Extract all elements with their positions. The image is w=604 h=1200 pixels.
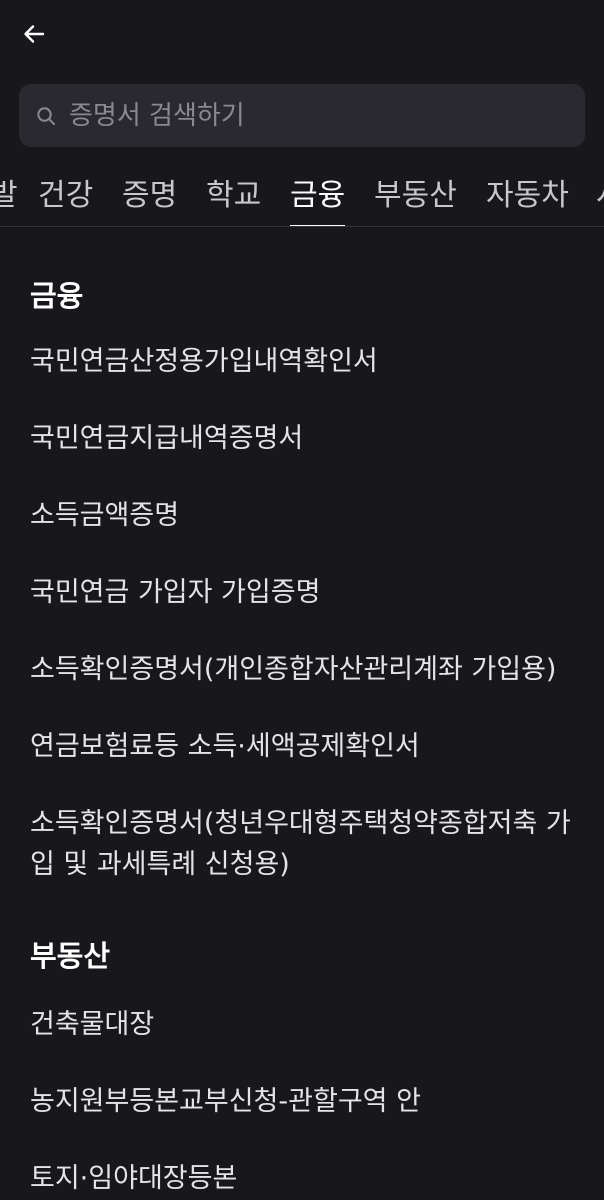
list-item[interactable]: 소득금액증명	[30, 495, 580, 536]
tab-partial-left[interactable]: 발	[0, 170, 18, 226]
list-item[interactable]: 국민연금산정용가입내역확인서	[30, 341, 580, 382]
section-title-real-estate: 부동산	[30, 939, 111, 973]
category-tabs: 발 건강 증명 학교 금융 부동산 자동차 사	[0, 160, 604, 227]
list-item[interactable]: 국민연금지급내역증명서	[30, 418, 580, 459]
section-title-finance: 금융	[30, 279, 84, 313]
search-bar[interactable]	[19, 84, 585, 147]
arrow-left-icon	[24, 25, 45, 43]
tab-partial-right[interactable]: 사	[596, 170, 604, 226]
tab-school[interactable]: 학교	[206, 170, 261, 226]
list-item[interactable]: 소득확인증명서(개인종합자산관리계좌 가입용)	[30, 649, 580, 690]
tab-real-estate[interactable]: 부동산	[374, 170, 457, 226]
list-item[interactable]: 농지원부등본교부신청-관할구역 안	[30, 1081, 580, 1122]
tab-health[interactable]: 건강	[38, 170, 93, 226]
tab-car[interactable]: 자동차	[486, 170, 569, 226]
tab-finance[interactable]: 금융	[290, 170, 346, 226]
top-bar	[0, 0, 604, 70]
list-item[interactable]: 연금보험료등 소득·세액공제확인서	[30, 726, 580, 767]
search-icon	[35, 105, 57, 127]
list-item[interactable]: 국민연금 가입자 가입증명	[30, 572, 580, 613]
list-item[interactable]: 건축물대장	[30, 1004, 580, 1045]
list-item[interactable]: 소득확인증명서(청년우대형주택청약종합저축 가입 및 과세특례 신청용)	[30, 803, 580, 885]
tab-certificate[interactable]: 증명	[122, 170, 177, 226]
search-input[interactable]	[69, 100, 539, 131]
list-item[interactable]: 토지·임야대장등본	[30, 1158, 580, 1199]
back-button[interactable]	[14, 14, 54, 54]
